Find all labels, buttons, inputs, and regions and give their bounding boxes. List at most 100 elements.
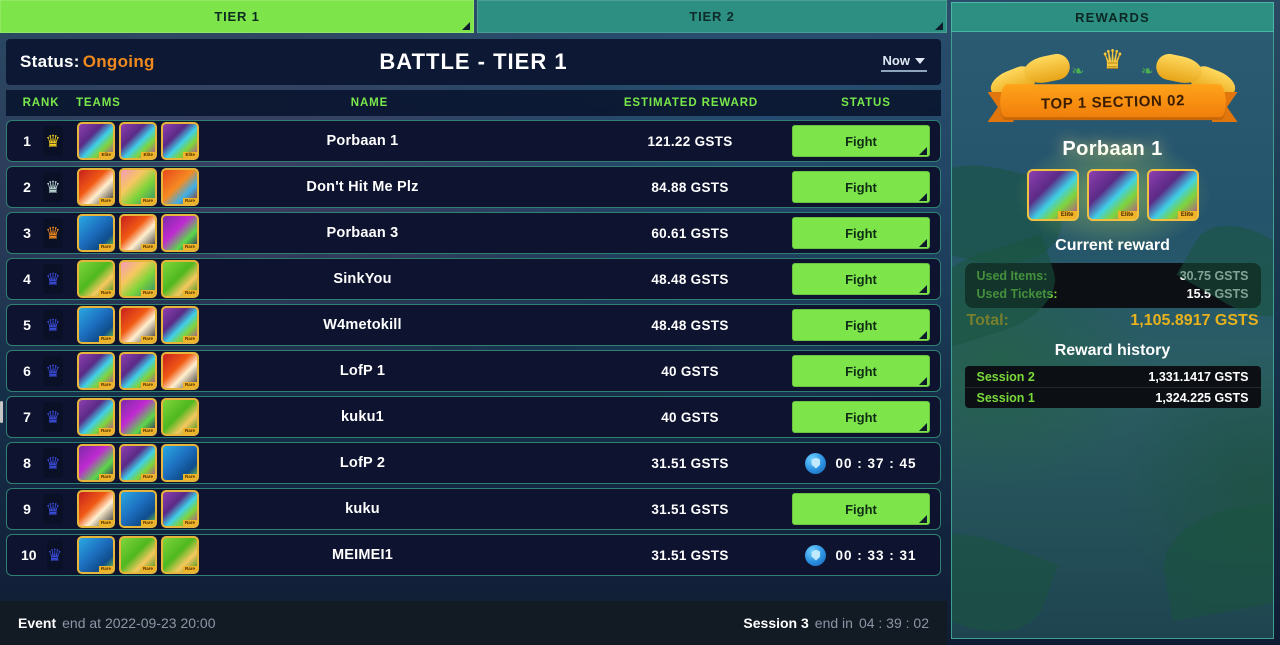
team-avatar[interactable]: Rare [161, 444, 199, 482]
crown-icon: ♛ [45, 499, 61, 519]
tab-tier-2[interactable]: TIER 2 [477, 0, 947, 33]
team-avatar[interactable]: Rare [119, 490, 157, 528]
team-avatar[interactable]: Elite [77, 122, 115, 160]
team-avatar[interactable]: Elite [119, 122, 157, 160]
cooldown-timer-value: 00 : 33 : 31 [835, 547, 917, 563]
fight-button[interactable]: Fight [792, 493, 930, 525]
column-header-status: STATUS [841, 97, 891, 109]
leaderboard-rows[interactable]: 1 ♛ Elite Elite Elite Porbaan 1 121.22 G… [0, 116, 947, 599]
card-rarity-tag: Elite [1057, 211, 1077, 219]
table-row[interactable]: 5 ♛ Rare Rare Rare W4metokill 48.48 GSTS… [6, 304, 941, 346]
team-avatar[interactable]: Rare [119, 444, 157, 482]
event-end-text: end at 2022-09-23 20:00 [62, 615, 216, 631]
fight-button[interactable]: Fight [792, 263, 930, 295]
team-avatar[interactable]: Rare [77, 214, 115, 252]
fight-button[interactable]: Fight [792, 401, 930, 433]
history-session-label: Session 1 [976, 391, 1035, 405]
avatar-rarity-tag: Rare [140, 197, 155, 204]
tab-tier-1[interactable]: TIER 1 [0, 0, 474, 33]
rank-crown-badge: ♛ [43, 448, 63, 478]
corner-notch-icon [919, 423, 927, 431]
team-avatar[interactable]: Rare [161, 168, 199, 206]
avatar-rarity-tag: Rare [182, 473, 197, 480]
leaf-decoration-icon [1155, 494, 1273, 622]
table-row[interactable]: 9 ♛ Rare Rare Rare kuku 31.51 GSTS Fight [6, 488, 941, 530]
avatar-rarity-tag: Rare [98, 473, 113, 480]
team-avatar[interactable]: Rare [161, 260, 199, 298]
corner-notch-icon [919, 239, 927, 247]
fight-button[interactable]: Fight [792, 171, 930, 203]
fight-button[interactable]: Fight [792, 217, 930, 249]
top-section-banner: ❧ ❧ ♛ TOP 1 SECTION 02 [986, 44, 1239, 136]
team-avatar[interactable]: Elite [161, 122, 199, 160]
team-avatar[interactable]: Rare [161, 306, 199, 344]
status-cell: Fight [790, 493, 940, 525]
rank-number: 9 [23, 501, 31, 517]
fight-button[interactable]: Fight [792, 309, 930, 341]
avatar-rarity-tag: Rare [98, 197, 113, 204]
team-avatar[interactable]: Rare [161, 490, 199, 528]
rewards-panel: REWARDS ❧ ❧ ♛ TOP 1 SECTION 02 Porbaan 1… [947, 0, 1280, 645]
team-avatar[interactable]: Rare [77, 490, 115, 528]
team-avatar[interactable]: Rare [77, 398, 115, 436]
teams-cell: Elite Elite Elite [63, 122, 199, 160]
banner-label: TOP 1 SECTION 02 [1040, 91, 1185, 113]
team-avatar[interactable]: Rare [119, 306, 157, 344]
team-avatar[interactable]: Rare [119, 214, 157, 252]
crown-icon: ♛ [45, 453, 61, 473]
reward-history-table: Session 2 1,331.1417 GSTS Session 1 1,324… [964, 366, 1261, 408]
team-avatar[interactable]: Rare [161, 214, 199, 252]
time-filter-dropdown[interactable]: Now [880, 52, 927, 72]
team-avatar[interactable]: Rare [119, 398, 157, 436]
player-name: W4metokill [323, 317, 402, 333]
estimated-reward: 40 GSTS [661, 409, 719, 425]
fight-button[interactable]: Fight [792, 125, 930, 157]
team-avatar[interactable]: Rare [77, 306, 115, 344]
table-column-headers: RANK TEAMS NAME ESTIMATED REWARD STATUS [6, 90, 941, 116]
leaf-decoration-icon [952, 516, 1059, 638]
rewards-header: REWARDS [951, 2, 1274, 32]
rank-cell: 3 ♛ [7, 218, 63, 248]
corner-notch-icon [919, 377, 927, 385]
table-row[interactable]: 7 ♛ Rare Rare Rare kuku1 40 GSTS Fight [6, 396, 941, 438]
rank-crown-badge: ♛ [43, 402, 63, 432]
table-row[interactable]: 3 ♛ Rare Rare Rare Porbaan 3 60.61 GSTS … [6, 212, 941, 254]
table-row[interactable]: 8 ♛ Rare Rare Rare LofP 2 31.51 GSTS 00 … [6, 442, 941, 484]
team-avatar[interactable]: Rare [77, 260, 115, 298]
table-row[interactable]: 6 ♛ Rare Rare Rare LofP 1 40 GSTS Fight [6, 350, 941, 392]
status-cell: 00 : 33 : 31 [790, 544, 940, 566]
avatar-rarity-tag: Rare [140, 473, 155, 480]
avatar-rarity-tag: Rare [182, 519, 197, 526]
cooldown-timer-value: 00 : 37 : 45 [835, 455, 917, 471]
team-avatar[interactable]: Rare [119, 260, 157, 298]
fight-button-label: Fight [845, 501, 877, 517]
team-avatar[interactable]: Rare [77, 168, 115, 206]
fight-button-label: Fight [845, 179, 877, 195]
team-avatar[interactable]: Rare [77, 536, 115, 574]
team-avatar[interactable]: Rare [161, 398, 199, 436]
team-avatar[interactable]: Rare [77, 444, 115, 482]
team-avatar[interactable]: Rare [119, 352, 157, 390]
rank-crown-badge: ♛ [43, 356, 63, 386]
team-avatar[interactable]: Rare [77, 352, 115, 390]
reward-history-title: Reward history [1054, 342, 1171, 359]
table-row[interactable]: 10 ♛ Rare Rare Rare MEIMEI1 31.51 GSTS 0… [6, 534, 941, 576]
table-row[interactable]: 2 ♛ Rare Rare Rare Don't Hit Me Plz 84.8… [6, 166, 941, 208]
scrollbar-thumb[interactable] [0, 401, 3, 423]
fight-button[interactable]: Fight [792, 355, 930, 387]
team-avatar[interactable]: Rare [161, 536, 199, 574]
corner-notch-icon [919, 193, 927, 201]
crown-icon: ♛ [45, 315, 61, 335]
team-avatar[interactable]: Rare [119, 536, 157, 574]
crown-icon: ♛ [45, 131, 61, 151]
event-label: Event [18, 615, 57, 631]
rank-number: 10 [21, 547, 37, 563]
team-avatar[interactable]: Rare [161, 352, 199, 390]
table-row[interactable]: 1 ♛ Elite Elite Elite Porbaan 1 121.22 G… [6, 120, 941, 162]
player-name: kuku [345, 501, 380, 517]
table-row[interactable]: 4 ♛ Rare Rare Rare SinkYou 48.48 GSTS Fi… [6, 258, 941, 300]
status-indicator: Status: Ongoing [20, 52, 155, 72]
tab-tier-2-label: TIER 2 [689, 9, 735, 24]
estimated-reward: 84.88 GSTS [651, 179, 729, 195]
team-avatar[interactable]: Rare [119, 168, 157, 206]
